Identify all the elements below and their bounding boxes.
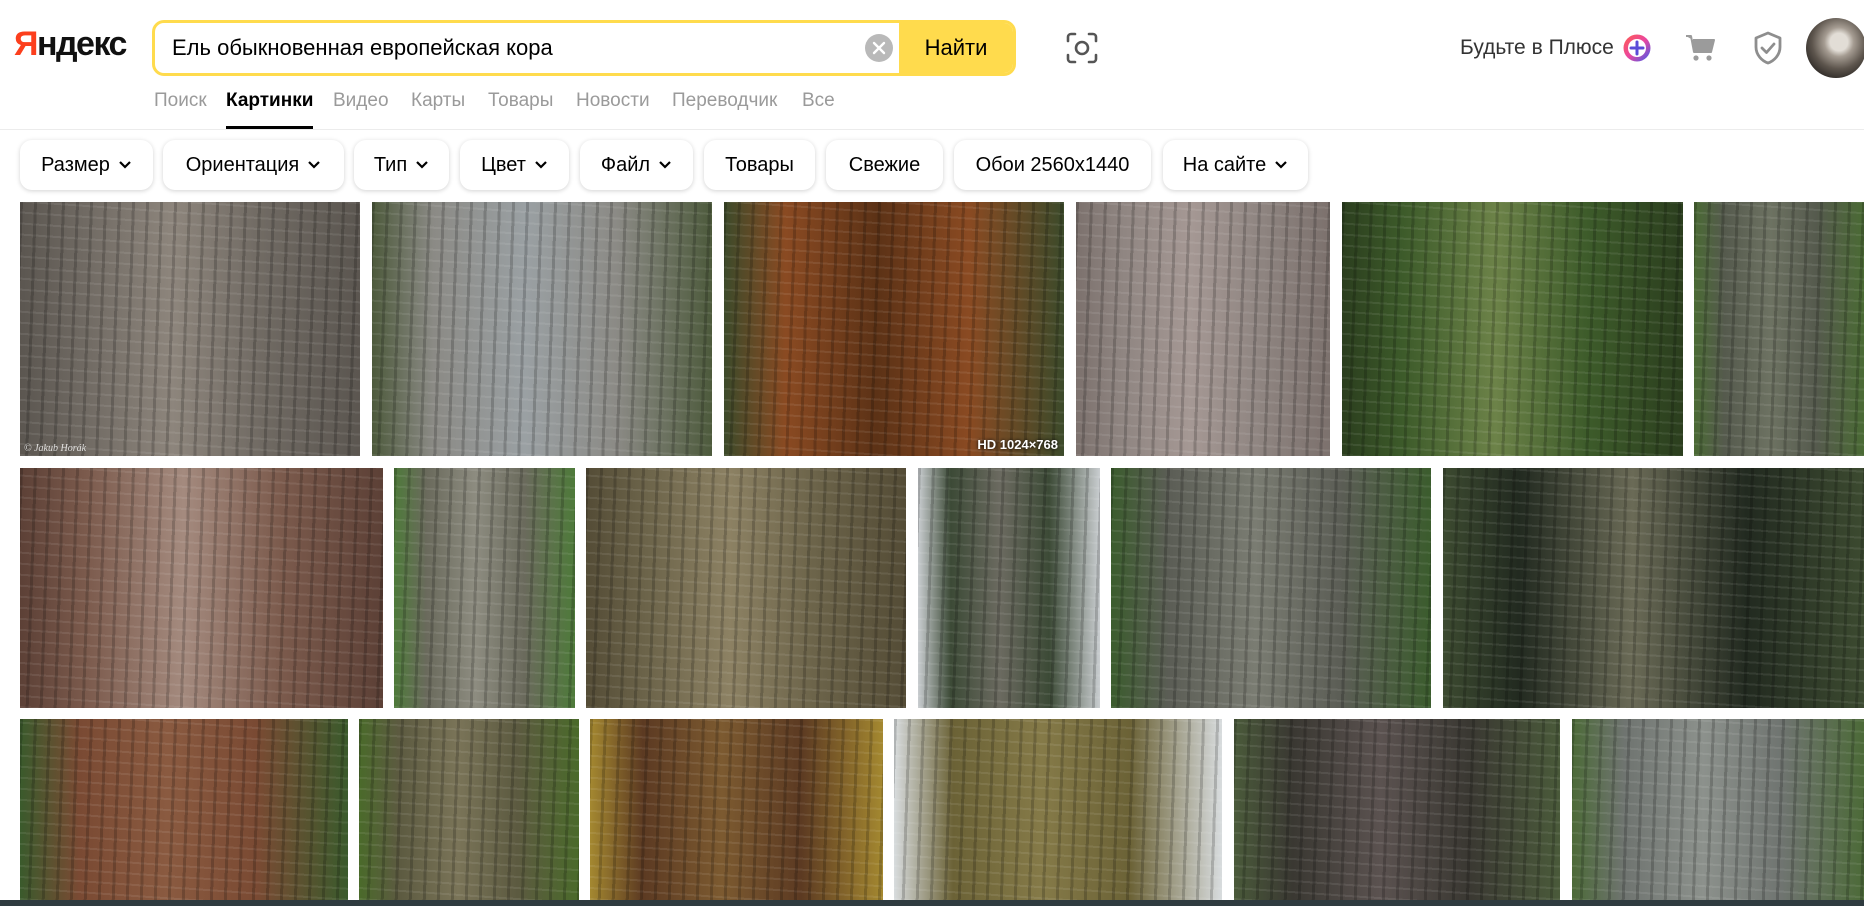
filter-file[interactable]: Файл: [580, 140, 693, 190]
tab-translator[interactable]: Переводчик: [672, 90, 777, 112]
close-icon: [872, 41, 886, 55]
image-result[interactable]: [894, 719, 1222, 900]
filter-fresh[interactable]: Свежие: [826, 140, 943, 190]
filter-label: Файл: [600, 153, 651, 176]
chevron-down-icon: [1275, 161, 1288, 169]
image-result[interactable]: [1234, 719, 1560, 900]
filter-on-site[interactable]: На сайте: [1163, 140, 1308, 190]
filter-label: Товары: [725, 153, 794, 176]
filter-products[interactable]: Товары: [704, 140, 815, 190]
filter-orientation[interactable]: Ориентация: [163, 140, 344, 190]
filter-label: На сайте: [1182, 153, 1267, 176]
chevron-down-icon: [308, 161, 321, 169]
image-result[interactable]: [1076, 202, 1330, 456]
find-button[interactable]: Найти: [899, 23, 1013, 73]
user-avatar[interactable]: [1806, 18, 1864, 78]
search-box: Найти: [152, 20, 1016, 76]
image-result[interactable]: [1111, 468, 1431, 708]
image-result[interactable]: [590, 719, 883, 900]
image-result[interactable]: [1443, 468, 1864, 708]
tab-news[interactable]: Новости: [576, 90, 650, 112]
search-input[interactable]: [155, 23, 895, 73]
chevron-down-icon: [416, 161, 428, 169]
image-result[interactable]: [394, 468, 575, 708]
tab-search[interactable]: Поиск: [154, 90, 207, 112]
clear-search-button[interactable]: [865, 34, 893, 62]
filter-label: Ориентация: [185, 153, 300, 176]
filter-color[interactable]: Цвет: [460, 140, 569, 190]
image-result[interactable]: [20, 719, 348, 900]
header-divider: [0, 129, 1864, 130]
filter-size[interactable]: Размер: [20, 140, 153, 190]
image-result[interactable]: [1694, 202, 1864, 456]
image-watermark: © Jakub Horák: [24, 443, 87, 454]
filter-label: Тип: [373, 153, 408, 176]
bottom-scroll-strip: [0, 900, 1864, 906]
chevron-down-icon: [535, 161, 547, 169]
cart-icon: [1686, 35, 1715, 61]
image-result[interactable]: [1342, 202, 1683, 456]
image-result[interactable]: © Jakub Horák: [20, 202, 360, 456]
filter-label: Цвет: [481, 153, 526, 176]
camera-lens-icon: [1066, 32, 1098, 64]
image-result[interactable]: [586, 468, 906, 708]
plus-promo-text[interactable]: Будьте в Плюсе: [1460, 36, 1614, 60]
image-result[interactable]: [372, 202, 712, 456]
image-result[interactable]: [918, 468, 1100, 708]
cart-button[interactable]: [1684, 30, 1718, 64]
filter-label: Свежие: [848, 153, 921, 176]
resolution-badge: HD 1024×768: [977, 437, 1058, 452]
camera-search-button[interactable]: [1064, 30, 1100, 66]
tab-video[interactable]: Видео: [333, 90, 389, 112]
chevron-down-icon: [659, 161, 671, 169]
image-result[interactable]: [359, 719, 579, 900]
yandex-logo[interactable]: Яндекс: [14, 24, 127, 64]
tab-products[interactable]: Товары: [488, 90, 553, 112]
tab-images[interactable]: Картинки: [226, 90, 314, 129]
filter-label: Размер: [41, 153, 110, 176]
image-result[interactable]: HD 1024×768: [724, 202, 1064, 456]
filter-wallpaper[interactable]: Обои 2560x1440: [954, 140, 1151, 190]
shield-check-icon: [1754, 31, 1782, 65]
tab-all[interactable]: Все: [802, 90, 835, 112]
tab-maps[interactable]: Карты: [411, 90, 465, 112]
plus-logo-icon: [1623, 34, 1651, 62]
protection-button[interactable]: [1752, 30, 1784, 66]
image-result[interactable]: [1572, 719, 1864, 900]
chevron-down-icon: [119, 161, 131, 169]
filter-label: Обои 2560x1440: [975, 153, 1130, 176]
plus-icon[interactable]: [1622, 33, 1652, 63]
filter-type[interactable]: Тип: [354, 140, 449, 190]
image-result[interactable]: [20, 468, 383, 708]
